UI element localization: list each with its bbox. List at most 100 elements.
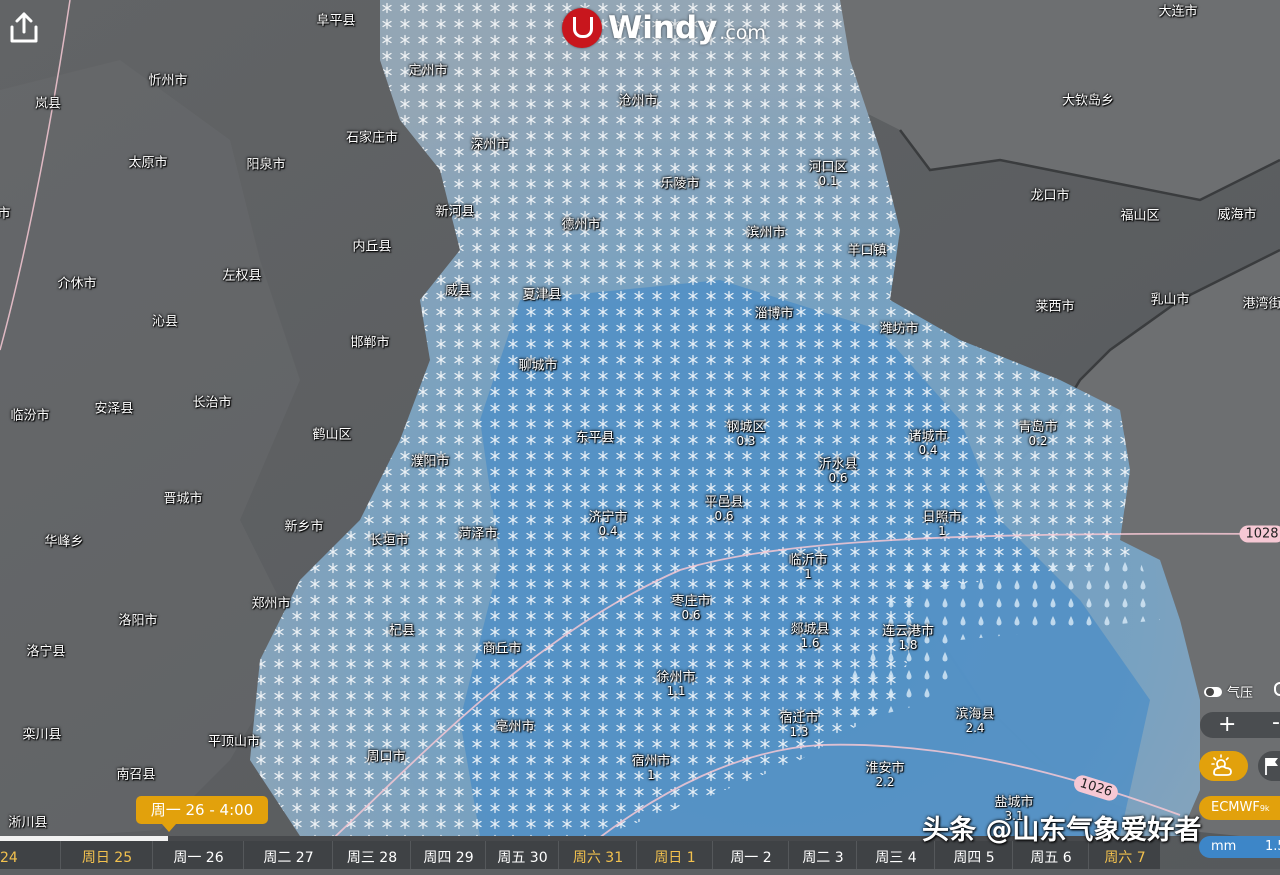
city-name: 内丘县 bbox=[352, 239, 392, 255]
city-label: 莱西市 bbox=[1035, 300, 1074, 315]
unit-legend[interactable]: mm 1.5 bbox=[1199, 836, 1280, 858]
city-name: 定州市 bbox=[408, 63, 448, 79]
flag-button[interactable] bbox=[1258, 751, 1280, 781]
city-name: 东平县 bbox=[575, 430, 615, 446]
precip-value: 1.6 bbox=[800, 636, 820, 650]
current-time-tooltip[interactable]: 周一 26 - 4:00 bbox=[136, 796, 268, 832]
city-name: 乐陵市 bbox=[660, 176, 700, 192]
zoom-in-button[interactable]: + bbox=[1218, 712, 1236, 738]
weather-button[interactable] bbox=[1199, 751, 1248, 781]
timeline-day[interactable]: 周二 27 bbox=[243, 841, 333, 869]
timeline-day[interactable]: 周一 2 bbox=[712, 841, 789, 869]
city-name: 诸城市 bbox=[908, 429, 948, 444]
city-name: 长治市 bbox=[192, 395, 232, 411]
pressure-toggle[interactable]: 气压 bbox=[1204, 682, 1253, 701]
city-label: 滨海县 2.4 bbox=[955, 707, 994, 735]
model-sub: 9k bbox=[1259, 804, 1270, 813]
city-label: 郑州市 bbox=[251, 597, 290, 612]
timeline-day[interactable]: 周五 30 bbox=[485, 841, 559, 869]
city-label: 洛宁县 bbox=[26, 645, 65, 660]
isobar-label-1028: 1028 bbox=[1239, 525, 1280, 543]
city-name: 杞县 bbox=[388, 623, 416, 639]
city-label: 威县 bbox=[445, 284, 471, 299]
city-name: 滨州市 bbox=[746, 225, 786, 241]
city-name: 淮安市 bbox=[865, 761, 905, 776]
city-name: 市 bbox=[0, 206, 11, 222]
city-name: 宿州市 bbox=[631, 754, 671, 769]
city-label: 龙口市 bbox=[1030, 189, 1069, 204]
city-label: 深州市 bbox=[470, 138, 509, 153]
city-label: 乳山市 bbox=[1150, 293, 1189, 308]
city-name: 淄博市 bbox=[754, 306, 794, 322]
city-label: 沧州市 bbox=[618, 94, 657, 109]
precip-value: 0.4 bbox=[918, 443, 938, 457]
timeline-day[interactable]: 周六 31 bbox=[558, 841, 637, 869]
city-name: 威县 bbox=[444, 283, 472, 299]
city-name: 枣庄市 bbox=[671, 594, 711, 609]
share-icon[interactable] bbox=[6, 10, 42, 46]
city-name: 太原市 bbox=[128, 155, 168, 171]
city-label: 商丘市 bbox=[482, 642, 521, 657]
precipitation-map[interactable] bbox=[0, 0, 1280, 869]
city-name: 周口市 bbox=[366, 749, 406, 765]
city-label: 羊口镇 bbox=[847, 244, 886, 259]
city-label: 东平县 bbox=[575, 431, 614, 446]
timeline-day[interactable]: 周二 3 bbox=[788, 841, 857, 869]
city-label: 诸城市 0.4 bbox=[908, 429, 947, 457]
city-name: 沁县 bbox=[151, 314, 179, 330]
city-name: 连云港市 bbox=[881, 624, 935, 639]
city-name: 港湾街 bbox=[1242, 296, 1280, 312]
unit-label: mm bbox=[1211, 839, 1237, 854]
city-name: 石家庄市 bbox=[345, 130, 399, 146]
timeline-day[interactable]: 周日 1 bbox=[636, 841, 713, 869]
city-label: 邯郸市 bbox=[350, 336, 389, 351]
city-label: 栾川县 bbox=[22, 728, 61, 743]
toggle-switch-icon[interactable] bbox=[1204, 686, 1222, 697]
windy-logo: Windy .com bbox=[562, 8, 766, 48]
city-name: 潍坊市 bbox=[879, 321, 919, 337]
timeline-day[interactable]: 周四 29 bbox=[410, 841, 486, 869]
weather-icon bbox=[1211, 754, 1232, 776]
city-label: 乐陵市 bbox=[660, 177, 699, 192]
city-label: 亳州市 bbox=[495, 720, 534, 735]
city-label: 潍坊市 bbox=[879, 322, 918, 337]
city-name: 徐州市 bbox=[656, 670, 696, 685]
city-name: 新乡市 bbox=[284, 519, 324, 535]
city-name: 临沂市 bbox=[788, 553, 828, 568]
city-name: 钢城区 bbox=[726, 420, 766, 435]
precip-value: 0.3 bbox=[736, 434, 756, 448]
city-label: 平邑县 0.6 bbox=[704, 495, 743, 523]
zoom-out-button[interactable]: - bbox=[1272, 710, 1280, 736]
city-name: 左权县 bbox=[222, 268, 262, 284]
toggle-ring-icon[interactable] bbox=[1274, 682, 1280, 696]
timeline-day[interactable]: 周日 25 bbox=[60, 841, 153, 869]
city-name: 大钦岛乡 bbox=[1061, 93, 1115, 109]
city-label: 枣庄市 0.6 bbox=[671, 594, 710, 622]
city-label: 菏泽市 bbox=[458, 527, 497, 542]
precip-value: 0.6 bbox=[681, 608, 701, 622]
city-name: 华峰乡 bbox=[44, 534, 84, 550]
precip-value: 0.1 bbox=[818, 174, 838, 188]
city-label: 鹤山区 bbox=[312, 428, 351, 443]
timeline-day[interactable]: 24 bbox=[0, 841, 60, 869]
city-label: 阳泉市 bbox=[246, 158, 285, 173]
timeline-day[interactable]: 周一 26 bbox=[152, 841, 244, 869]
city-name: 乳山市 bbox=[1150, 292, 1190, 308]
city-name: 聊城市 bbox=[518, 358, 558, 374]
city-label: 晋城市 bbox=[163, 492, 202, 507]
city-name: 新河县 bbox=[435, 204, 475, 220]
city-label: 南召县 bbox=[116, 768, 155, 783]
city-label: 安泽县 bbox=[94, 402, 133, 417]
city-name: 羊口镇 bbox=[847, 243, 887, 259]
city-name: 宿迁市 bbox=[779, 711, 819, 726]
city-name: 平邑县 bbox=[704, 495, 744, 510]
city-label: 岚县 bbox=[35, 97, 61, 112]
city-name: 洛宁县 bbox=[26, 644, 66, 660]
city-label: 濮阳市 bbox=[410, 455, 449, 470]
city-name: 济宁市 bbox=[588, 510, 628, 525]
timeline-day[interactable]: 周三 28 bbox=[332, 841, 411, 869]
model-selector[interactable]: ECMWF9k bbox=[1199, 796, 1280, 820]
city-label: 淄博市 bbox=[754, 307, 793, 322]
city-label: 临沂市 1 bbox=[788, 553, 827, 581]
city-label: 忻州市 bbox=[148, 74, 187, 89]
